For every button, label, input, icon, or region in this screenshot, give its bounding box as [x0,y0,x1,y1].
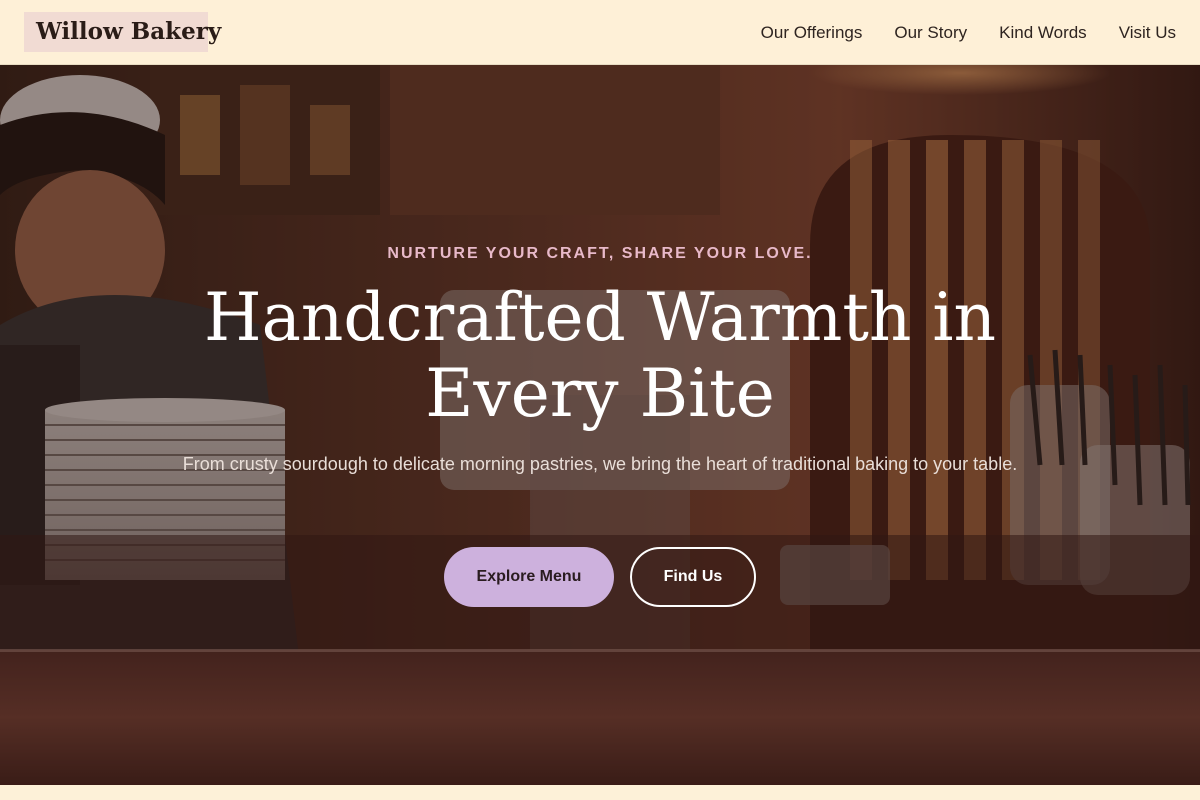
site-header: Willow Bakery Our Offerings Our Story Ki… [0,0,1200,65]
nav-link-visit[interactable]: Visit Us [1119,23,1176,42]
hero-headline-line-2: Every Bite [425,355,775,432]
brand-logo[interactable]: Willow Bakery [24,12,221,52]
nav-links: Our Offerings Our Story Kind Words Visit… [761,0,1176,65]
nav-link-story[interactable]: Our Story [894,23,967,42]
hero-section: NURTURE YOUR CRAFT, SHARE YOUR LOVE. Han… [0,65,1200,785]
hero-tagline: NURTURE YOUR CRAFT, SHARE YOUR LOVE. [387,245,813,262]
find-us-button[interactable]: Find Us [630,547,756,607]
nav-item-kind-words: Kind Words [999,23,1087,43]
nav-link-kind-words[interactable]: Kind Words [999,23,1087,42]
nav-link-offerings[interactable]: Our Offerings [761,23,863,42]
nav-item-story: Our Story [894,23,967,43]
hero-headline: Handcrafted Warmth in Every Bite [150,280,1050,432]
nav-item-offerings: Our Offerings [761,23,863,43]
hero-subtext: From crusty sourdough to delicate mornin… [182,454,1018,474]
page-bottom-strip [0,785,1200,800]
hero-headline-line-1: Handcrafted Warmth in [204,279,996,356]
explore-menu-button[interactable]: Explore Menu [444,547,614,607]
nav-item-visit: Visit Us [1119,23,1176,43]
